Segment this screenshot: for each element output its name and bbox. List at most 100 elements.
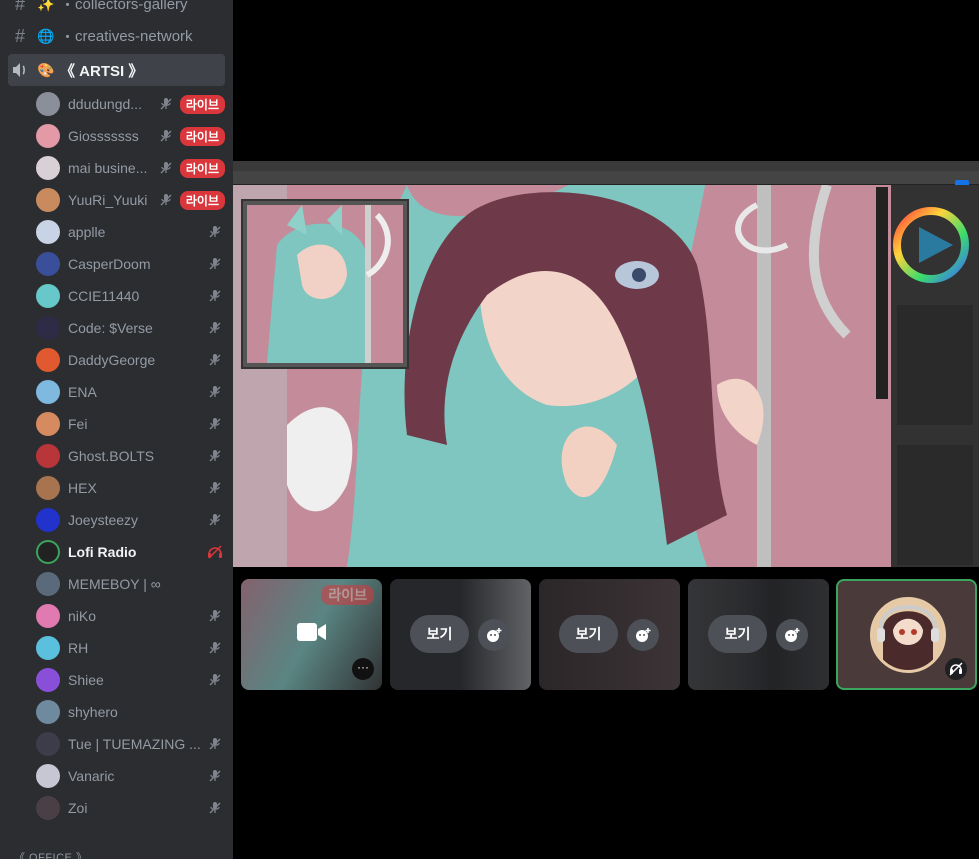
avatar [36, 540, 60, 564]
voice-user[interactable]: shyhero [36, 697, 225, 727]
voice-user[interactable]: ENA [36, 377, 225, 407]
user-name: Ghost.BOLTS [68, 448, 155, 464]
voice-user[interactable]: Fei [36, 409, 225, 439]
live-badge: 라이브 [179, 126, 225, 146]
avatar [36, 764, 60, 788]
mic-muted-icon [205, 416, 225, 432]
user-name: RH [68, 640, 89, 656]
avatar [36, 732, 60, 756]
voice-user[interactable]: Vanaric [36, 761, 225, 791]
text-channel-icon: # [14, 25, 25, 46]
mic-muted-icon [156, 128, 176, 144]
channel-collectors-gallery[interactable]: # ✨ ・ collectors-gallery [8, 0, 225, 20]
voice-user[interactable]: CCIE11440 [36, 281, 225, 311]
deafened-icon [205, 544, 225, 560]
stream-thumb-2[interactable]: 보기 [390, 579, 531, 690]
voice-user-speaking[interactable]: Lofi Radio [36, 537, 225, 567]
user-name: Lofi Radio [68, 544, 137, 560]
user-name: CCIE11440 [68, 288, 140, 304]
user-avatar-large [870, 597, 946, 673]
more-options-button[interactable]: ··· [352, 658, 374, 680]
sparkles-emoji: ✨ [37, 0, 55, 12]
avatar [36, 124, 60, 148]
voice-user[interactable]: HEX [36, 473, 225, 503]
avatar [36, 92, 60, 116]
add-reaction-button[interactable] [776, 619, 808, 651]
channel-creatives-network[interactable]: # 🌐 ・ creatives-network [8, 20, 225, 52]
avatar [36, 316, 60, 340]
avatar [36, 188, 60, 212]
mic-muted-icon [205, 608, 225, 624]
navigator-preview [247, 205, 403, 363]
avatar [36, 380, 60, 404]
voice-user[interactable]: CasperDoom [36, 249, 225, 279]
add-reaction-button[interactable] [627, 619, 659, 651]
stream-thumb-4[interactable]: 보기 [688, 579, 829, 690]
channel-prefix: ・ [60, 0, 76, 14]
avatar [36, 508, 60, 532]
ps-navigator-panel [241, 199, 409, 369]
avatar [36, 476, 60, 500]
mic-muted-icon [205, 480, 225, 496]
mic-muted-icon [205, 320, 225, 336]
voice-user[interactable]: Giosssssss 라이브 [36, 121, 225, 151]
mic-muted-icon [205, 448, 225, 464]
avatar [36, 604, 60, 628]
text-channel-icon: # [14, 0, 25, 14]
speaker-icon [8, 62, 32, 78]
stream-video[interactable] [233, 161, 979, 567]
live-badge: 라이브 [179, 190, 225, 210]
stream-thumb-self[interactable]: 라이브 ··· [241, 579, 382, 690]
voice-user[interactable]: ddudungd... 라이브 [36, 89, 225, 119]
user-tile-speaking[interactable] [836, 579, 977, 690]
discord-window: # ✨ ・ collectors-gallery # 🌐 ・ creatives… [0, 0, 979, 859]
mic-muted-icon [205, 288, 225, 304]
voice-user[interactable]: YuuRi_Yuuki 라이브 [36, 185, 225, 215]
user-name: mai busine... [68, 160, 148, 176]
voice-user[interactable]: Code: $Verse [36, 313, 225, 343]
user-name: applle [68, 224, 106, 240]
voice-user[interactable]: Ghost.BOLTS [36, 441, 225, 471]
globe-emoji: 🌐 [37, 27, 55, 44]
avatar [36, 444, 60, 468]
mic-muted-icon [205, 800, 225, 816]
ps-menubar [233, 161, 979, 171]
watch-stream-button[interactable]: 보기 [708, 615, 767, 653]
ps-side-panels [891, 185, 979, 567]
voice-user[interactable]: RH [36, 633, 225, 663]
avatar [36, 156, 60, 180]
user-name: Giosssssss [68, 128, 139, 144]
voice-user[interactable]: Joeysteezy [36, 505, 225, 535]
mic-muted-icon [156, 160, 176, 176]
voice-channel-artsi[interactable]: 🎨 《 ARTSI 》 [8, 54, 225, 86]
ps-options-bar [233, 171, 979, 188]
camera-icon [297, 621, 327, 648]
voice-user[interactable]: MEMEBOY | ∞ [36, 569, 225, 599]
avatar [36, 284, 60, 308]
watch-stream-button[interactable]: 보기 [410, 615, 469, 653]
voice-user[interactable]: Tue | TUEMAZING ... [36, 729, 225, 759]
user-name: HEX [68, 480, 97, 496]
watch-stream-button[interactable]: 보기 [559, 615, 618, 653]
add-reaction-button[interactable] [478, 619, 510, 651]
voice-user[interactable]: applle [36, 217, 225, 247]
user-name: Fei [68, 416, 88, 432]
stream-thumb-3[interactable]: 보기 [539, 579, 680, 690]
user-name: Vanaric [68, 768, 115, 784]
voice-user[interactable]: mai busine... 라이브 [36, 153, 225, 183]
user-name: DaddyGeorge [68, 352, 156, 368]
voice-user[interactable]: DaddyGeorge [36, 345, 225, 375]
deafened-icon [945, 658, 967, 680]
user-name: Joeysteezy [68, 512, 139, 528]
mic-muted-icon [205, 640, 225, 656]
voice-user[interactable]: niKo [36, 601, 225, 631]
mic-muted-icon [205, 736, 225, 752]
user-name: Code: $Verse [68, 320, 153, 336]
mic-muted-icon [156, 96, 176, 112]
user-name: Tue | TUEMAZING ... [68, 736, 201, 752]
voice-user[interactable]: Zoi [36, 793, 225, 823]
voice-user[interactable]: Shiee [36, 665, 225, 695]
avatar [36, 668, 60, 692]
category-office[interactable]: 《 OFFICE 》 [14, 849, 87, 859]
live-badge: 라이브 [179, 94, 225, 114]
